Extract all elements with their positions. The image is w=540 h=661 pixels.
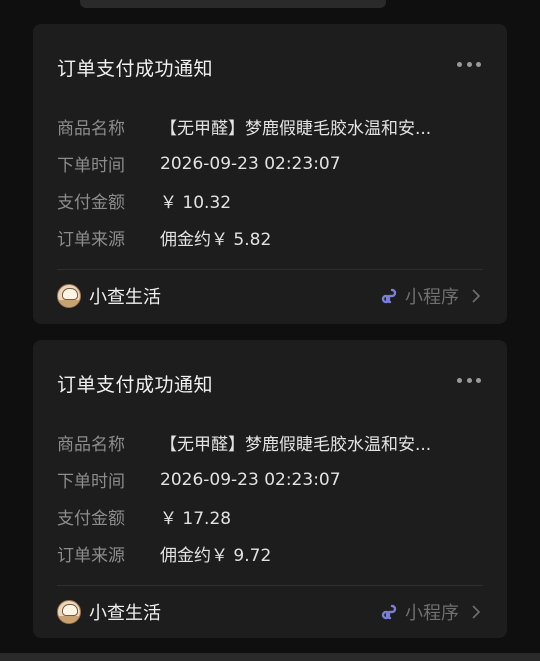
top-bar [80, 0, 386, 8]
detail-row-amount: 支付金额 ￥ 17.28 [57, 498, 487, 535]
mini-program-label: 小程序 [405, 287, 459, 308]
brand-avatar [57, 284, 81, 308]
detail-row-time: 下单时间 2026-09-23 02:23:07 [57, 145, 487, 182]
row-value: 佣金约￥ 5.82 [160, 230, 272, 250]
more-icon[interactable] [457, 376, 481, 384]
chevron-right-icon [472, 289, 481, 303]
detail-row-source: 订单来源 佣金约￥ 5.82 [57, 219, 487, 256]
row-value: 佣金约￥ 9.72 [160, 546, 272, 566]
row-label: 下单时间 [57, 156, 125, 176]
brand-name: 小查生活 [89, 603, 161, 624]
detail-row-product: 商品名称 【无甲醛】梦鹿假睫毛胶水温和安... [57, 108, 487, 145]
row-label: 订单来源 [57, 546, 125, 566]
row-value: ￥ 10.32 [160, 193, 232, 213]
divider [57, 269, 483, 270]
detail-row-amount: 支付金额 ￥ 10.32 [57, 182, 487, 219]
brand-avatar [57, 600, 81, 624]
row-value: 【无甲醛】梦鹿假睫毛胶水温和安... [160, 119, 432, 139]
detail-row-product: 商品名称 【无甲醛】梦鹿假睫毛胶水温和安... [57, 424, 487, 461]
bottom-bar [0, 653, 540, 661]
mini-program-icon [381, 604, 397, 620]
chevron-right-icon [472, 605, 481, 619]
row-label: 支付金额 [57, 193, 125, 213]
details-list: 商品名称 【无甲醛】梦鹿假睫毛胶水温和安... 下单时间 2026-09-23 … [57, 424, 487, 572]
row-label: 商品名称 [57, 435, 125, 455]
notification-card[interactable]: 订单支付成功通知 商品名称 【无甲醛】梦鹿假睫毛胶水温和安... 下单时间 20… [33, 24, 507, 324]
more-icon[interactable] [457, 60, 481, 68]
row-value: ￥ 17.28 [160, 509, 232, 529]
detail-row-source: 订单来源 佣金约￥ 9.72 [57, 535, 487, 572]
mini-program-icon [381, 288, 397, 304]
row-label: 订单来源 [57, 230, 125, 250]
row-value: 【无甲醛】梦鹿假睫毛胶水温和安... [160, 435, 432, 455]
detail-row-time: 下单时间 2026-09-23 02:23:07 [57, 461, 487, 498]
brand-name: 小查生活 [89, 287, 161, 308]
notification-card[interactable]: 订单支付成功通知 商品名称 【无甲醛】梦鹿假睫毛胶水温和安... 下单时间 20… [33, 340, 507, 638]
row-label: 下单时间 [57, 472, 125, 492]
mini-program-label: 小程序 [405, 603, 459, 624]
row-value: 2026-09-23 02:23:07 [160, 469, 341, 490]
card-footer[interactable]: 小查生活 小程序 [57, 598, 483, 626]
card-title: 订单支付成功通知 [57, 58, 214, 80]
card-title: 订单支付成功通知 [57, 374, 214, 396]
row-label: 支付金额 [57, 509, 125, 529]
row-value: 2026-09-23 02:23:07 [160, 153, 341, 174]
row-label: 商品名称 [57, 119, 125, 139]
details-list: 商品名称 【无甲醛】梦鹿假睫毛胶水温和安... 下单时间 2026-09-23 … [57, 108, 487, 256]
divider [57, 585, 483, 586]
card-footer[interactable]: 小查生活 小程序 [57, 282, 483, 310]
